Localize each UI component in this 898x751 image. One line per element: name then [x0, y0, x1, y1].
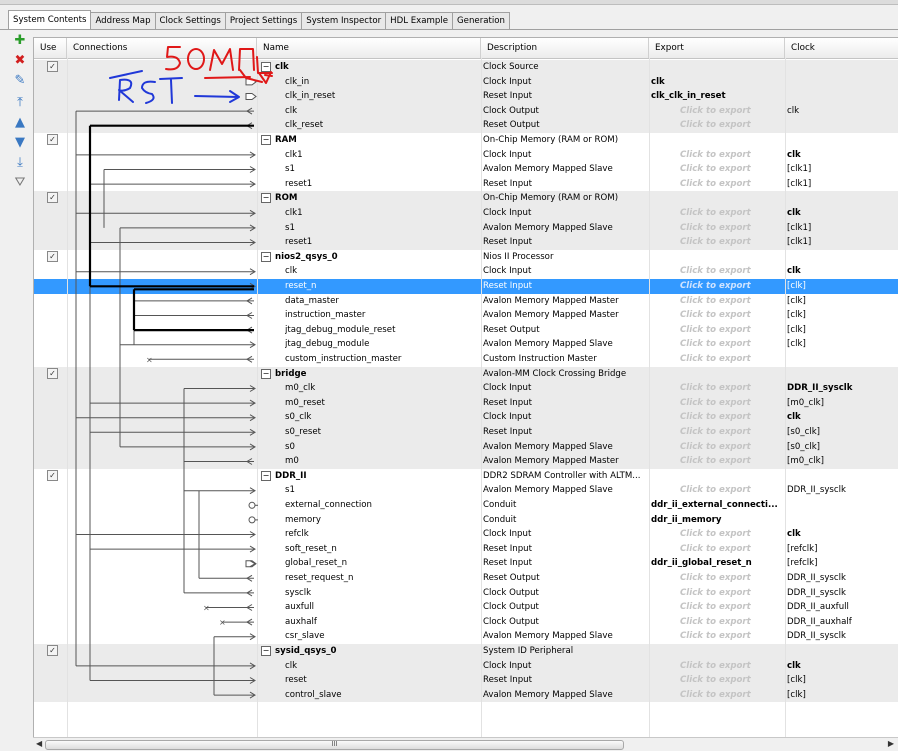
tab-bar: System Contents Address Map Clock Settings… — [0, 0, 898, 30]
conduit-port-icon — [248, 501, 256, 509]
window-top-strip — [0, 0, 898, 5]
move-bottom-icon[interactable]: ⤓ — [11, 155, 29, 171]
tab-system-contents[interactable]: System Contents — [8, 10, 92, 29]
tab-address-map[interactable]: Address Map — [90, 12, 156, 29]
tab-project-settings[interactable]: Project Settings — [224, 12, 303, 29]
unconnected-marker: × — [203, 604, 210, 613]
tab-hdl-example[interactable]: HDL Example — [385, 12, 454, 29]
tabs: System Contents Address Map Clock Settings… — [8, 10, 510, 30]
move-up-icon[interactable]: ▲ — [11, 115, 29, 131]
add-icon[interactable]: ✚ — [11, 33, 29, 49]
unconnected-marker: × — [219, 618, 226, 627]
side-toolbar: ✚ ✖ ✎ ⤒ ▲ ▼ ⤓ ⛛ — [8, 33, 32, 738]
export-port-icon — [245, 93, 257, 100]
unconnected-marker: × — [146, 355, 153, 364]
move-top-icon[interactable]: ⤒ — [11, 95, 29, 111]
system-contents-table: Use Connections Name Description Export … — [33, 37, 898, 738]
move-down-icon[interactable]: ▼ — [11, 135, 29, 151]
scrollbar-thumb[interactable]: III — [45, 740, 624, 750]
tab-generation[interactable]: Generation — [452, 12, 510, 29]
connections-graph[interactable]: × × × — [34, 38, 898, 738]
tab-system-inspector[interactable]: System Inspector — [301, 12, 387, 29]
scroll-right-arrow[interactable]: ▶ — [888, 739, 894, 748]
tab-divider — [0, 29, 898, 30]
horizontal-scrollbar[interactable]: ◀ III ▶ — [33, 737, 898, 751]
scroll-left-arrow[interactable]: ◀ — [36, 739, 42, 748]
remove-icon[interactable]: ✖ — [11, 53, 29, 69]
conduit-port-icon — [248, 516, 256, 524]
filter-icon[interactable]: ⛛ — [11, 175, 29, 191]
export-port-icon — [245, 78, 257, 86]
tab-clock-settings[interactable]: Clock Settings — [154, 12, 226, 29]
edit-icon[interactable]: ✎ — [11, 73, 29, 89]
